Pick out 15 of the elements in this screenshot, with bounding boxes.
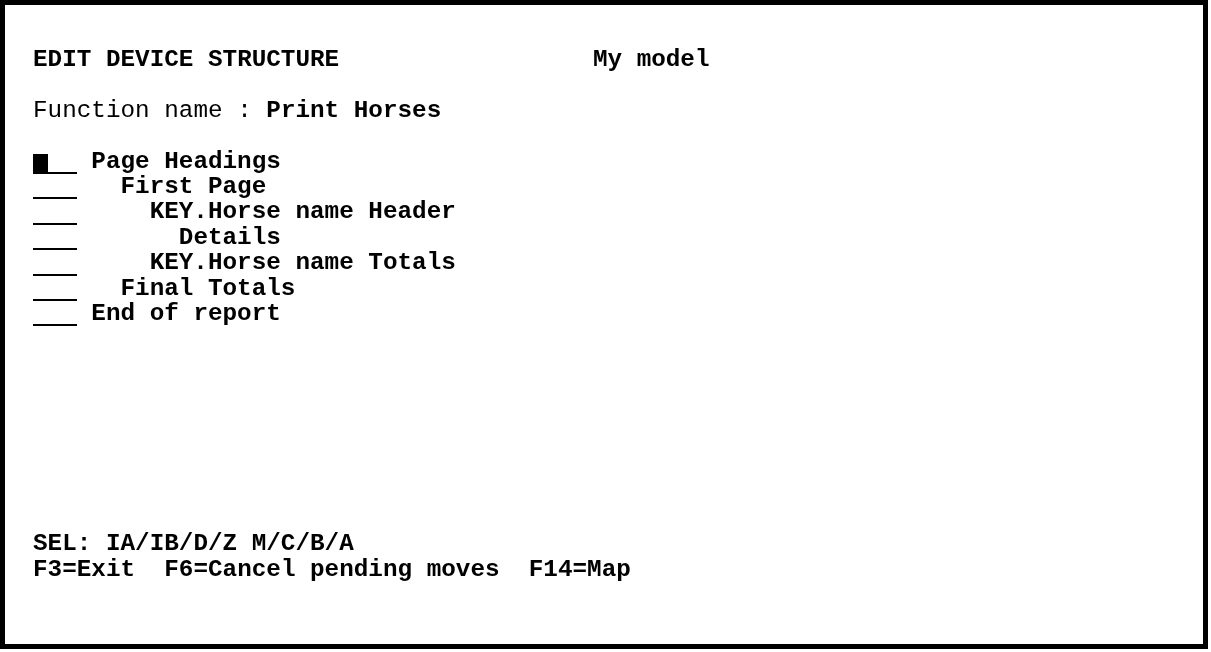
field-label: Function name : [33, 97, 252, 124]
selection-codes: SEL: IA/IB/D/Z M/C/B/A [33, 531, 354, 557]
structure-item: Final Totals [120, 275, 296, 301]
model-name: My model [592, 47, 710, 73]
structure-item: Page Headings [91, 148, 281, 174]
structure-item: First Page [120, 173, 267, 200]
structure-item: Details [178, 224, 281, 251]
structure-item: KEY.Horse name Header [149, 199, 456, 225]
function-name: Print Horses [266, 97, 442, 124]
screen-title: EDIT DEVICE STRUCTURE [33, 47, 340, 73]
function-key: F14=Map [528, 556, 631, 582]
structure-item: KEY.Horse name Totals [149, 250, 456, 276]
function-key: F3=Exit [33, 556, 136, 582]
function-key: F6=Cancel pending moves [164, 556, 500, 582]
structure-item: End of report [91, 300, 281, 327]
